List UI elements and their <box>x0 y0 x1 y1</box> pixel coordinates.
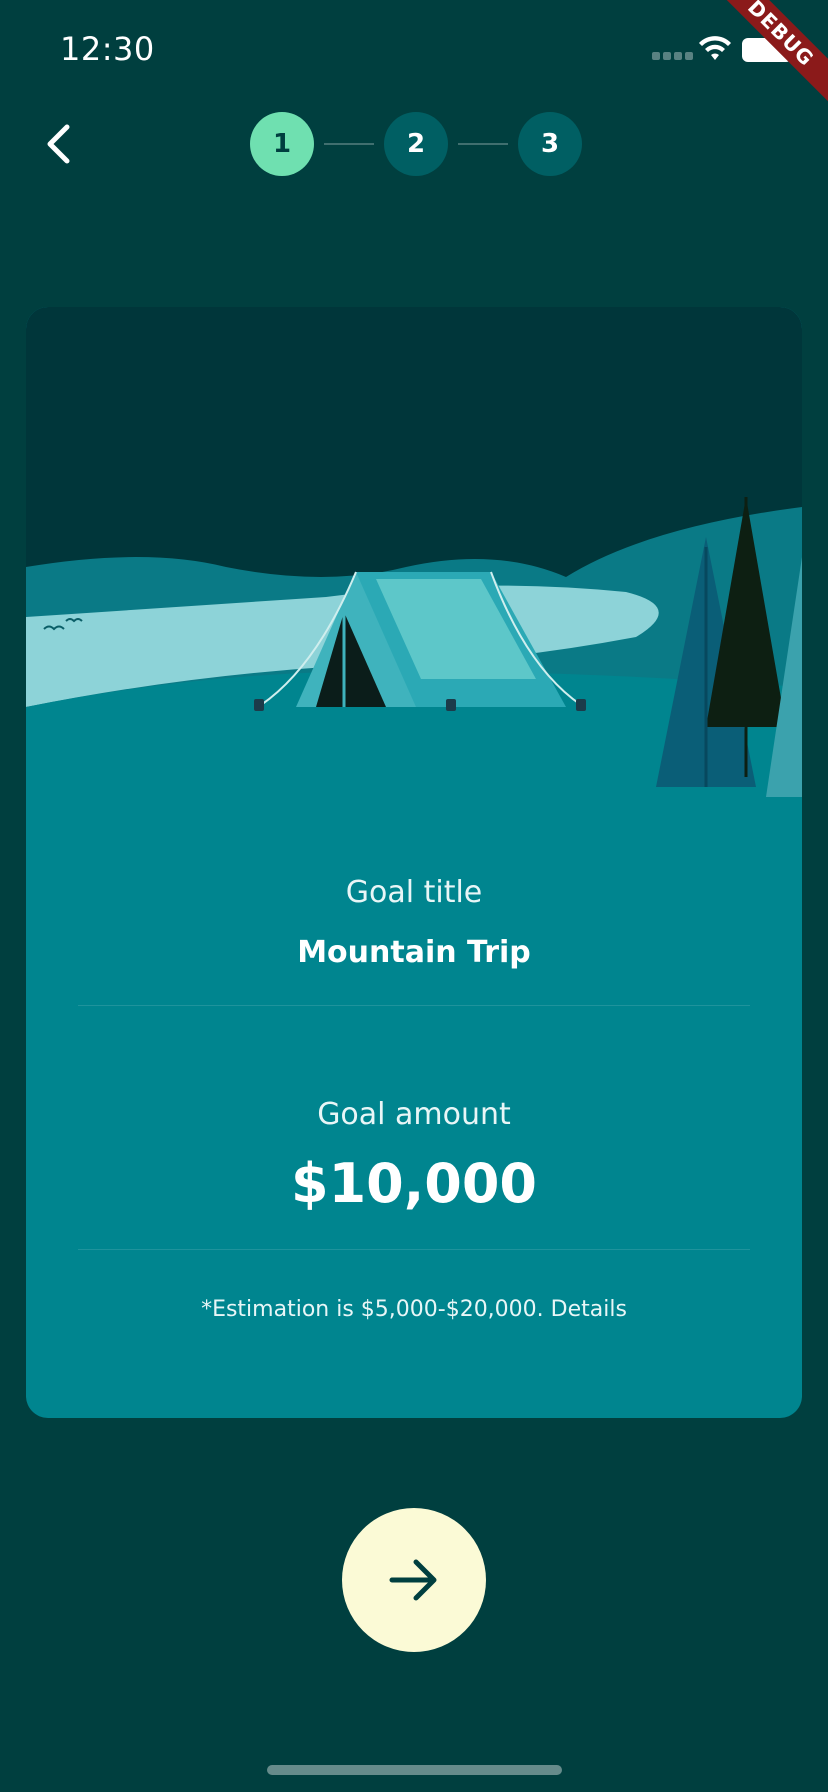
step-connector <box>324 143 374 145</box>
next-button[interactable] <box>342 1508 486 1652</box>
step-1: 1 <box>250 112 314 176</box>
home-indicator[interactable] <box>267 1765 562 1775</box>
estimation-text[interactable]: *Estimation is $5,000-$20,000. Details <box>26 1297 802 1322</box>
goal-title-value[interactable]: Mountain Trip <box>26 935 802 970</box>
wifi-icon <box>699 36 731 60</box>
step-indicator: 1 2 3 <box>250 112 582 176</box>
divider <box>78 1005 750 1006</box>
arrow-right-icon <box>389 1559 437 1601</box>
goal-amount-value[interactable]: $10,000 <box>26 1152 802 1215</box>
chevron-left-icon <box>47 124 70 164</box>
status-bar: 12:30 DEBUG <box>0 0 828 104</box>
goal-title-label: Goal title <box>345 875 483 910</box>
step-connector <box>458 143 508 145</box>
step-2: 2 <box>384 112 448 176</box>
status-time: 12:30 <box>60 30 155 68</box>
goal-amount-label: Goal amount <box>317 1097 511 1132</box>
back-button[interactable] <box>38 118 78 170</box>
divider <box>78 1249 750 1250</box>
signal-icon <box>652 52 693 60</box>
step-3: 3 <box>518 112 582 176</box>
goal-card: Goal title Mountain Trip Goal amount $10… <box>26 307 802 1418</box>
camping-illustration <box>26 307 802 847</box>
